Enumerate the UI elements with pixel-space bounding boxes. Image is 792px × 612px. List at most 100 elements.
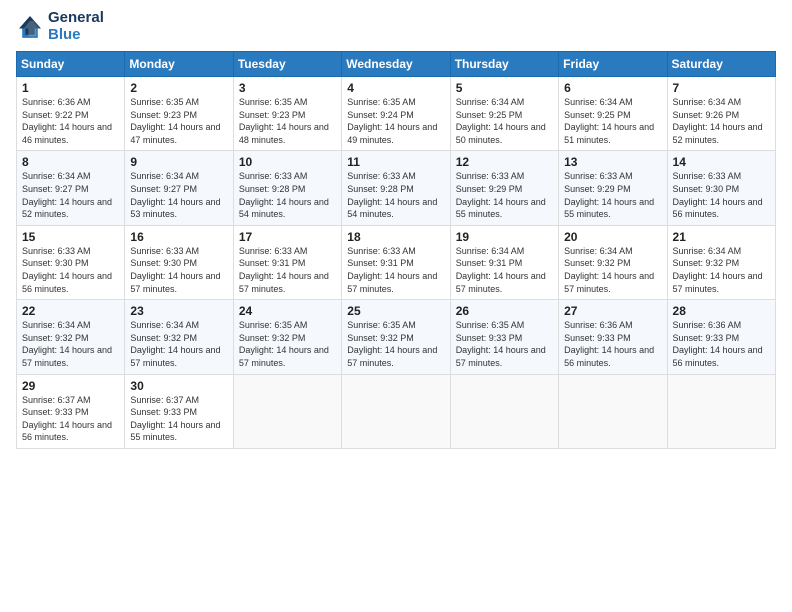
calendar-cell: 30Sunrise: 6:37 AM Sunset: 9:33 PM Dayli… [125,374,233,448]
day-info: Sunrise: 6:33 AM Sunset: 9:28 PM Dayligh… [347,170,444,220]
day-number: 27 [564,304,661,318]
calendar-cell: 6Sunrise: 6:34 AM Sunset: 9:25 PM Daylig… [559,77,667,151]
calendar-cell [450,374,558,448]
day-number: 18 [347,230,444,244]
day-info: Sunrise: 6:33 AM Sunset: 9:30 PM Dayligh… [130,245,227,295]
day-number: 26 [456,304,553,318]
day-number: 14 [673,155,770,169]
logo-line2: Blue [48,27,104,44]
calendar-cell: 17Sunrise: 6:33 AM Sunset: 9:31 PM Dayli… [233,225,341,299]
day-info: Sunrise: 6:34 AM Sunset: 9:32 PM Dayligh… [22,319,119,369]
week-row: 15Sunrise: 6:33 AM Sunset: 9:30 PM Dayli… [17,225,776,299]
calendar-cell: 20Sunrise: 6:34 AM Sunset: 9:32 PM Dayli… [559,225,667,299]
day-info: Sunrise: 6:33 AM Sunset: 9:29 PM Dayligh… [456,170,553,220]
header-row: SundayMondayTuesdayWednesdayThursdayFrid… [17,52,776,77]
calendar-cell: 25Sunrise: 6:35 AM Sunset: 9:32 PM Dayli… [342,300,450,374]
day-info: Sunrise: 6:36 AM Sunset: 9:33 PM Dayligh… [673,319,770,369]
calendar-cell [559,374,667,448]
calendar-cell: 26Sunrise: 6:35 AM Sunset: 9:33 PM Dayli… [450,300,558,374]
day-info: Sunrise: 6:34 AM Sunset: 9:27 PM Dayligh… [130,170,227,220]
day-info: Sunrise: 6:37 AM Sunset: 9:33 PM Dayligh… [130,394,227,444]
calendar-cell: 13Sunrise: 6:33 AM Sunset: 9:29 PM Dayli… [559,151,667,225]
day-info: Sunrise: 6:33 AM Sunset: 9:28 PM Dayligh… [239,170,336,220]
day-number: 12 [456,155,553,169]
header: GeneralBlue [16,10,776,43]
logo-icon [16,13,44,41]
day-number: 22 [22,304,119,318]
day-number: 15 [22,230,119,244]
calendar-cell: 5Sunrise: 6:34 AM Sunset: 9:25 PM Daylig… [450,77,558,151]
logo-line1: General [48,10,104,27]
calendar-cell: 1Sunrise: 6:36 AM Sunset: 9:22 PM Daylig… [17,77,125,151]
day-info: Sunrise: 6:34 AM Sunset: 9:32 PM Dayligh… [564,245,661,295]
column-header-saturday: Saturday [667,52,775,77]
day-info: Sunrise: 6:33 AM Sunset: 9:29 PM Dayligh… [564,170,661,220]
day-number: 25 [347,304,444,318]
day-info: Sunrise: 6:34 AM Sunset: 9:32 PM Dayligh… [673,245,770,295]
calendar-cell: 3Sunrise: 6:35 AM Sunset: 9:23 PM Daylig… [233,77,341,151]
day-number: 7 [673,81,770,95]
day-number: 16 [130,230,227,244]
day-info: Sunrise: 6:34 AM Sunset: 9:25 PM Dayligh… [564,96,661,146]
calendar-cell: 16Sunrise: 6:33 AM Sunset: 9:30 PM Dayli… [125,225,233,299]
calendar-cell: 23Sunrise: 6:34 AM Sunset: 9:32 PM Dayli… [125,300,233,374]
calendar-body: 1Sunrise: 6:36 AM Sunset: 9:22 PM Daylig… [17,77,776,449]
day-info: Sunrise: 6:35 AM Sunset: 9:32 PM Dayligh… [239,319,336,369]
day-info: Sunrise: 6:33 AM Sunset: 9:31 PM Dayligh… [347,245,444,295]
day-number: 10 [239,155,336,169]
day-info: Sunrise: 6:33 AM Sunset: 9:30 PM Dayligh… [22,245,119,295]
day-number: 28 [673,304,770,318]
day-info: Sunrise: 6:35 AM Sunset: 9:33 PM Dayligh… [456,319,553,369]
day-info: Sunrise: 6:35 AM Sunset: 9:32 PM Dayligh… [347,319,444,369]
day-number: 13 [564,155,661,169]
calendar-cell: 19Sunrise: 6:34 AM Sunset: 9:31 PM Dayli… [450,225,558,299]
week-row: 22Sunrise: 6:34 AM Sunset: 9:32 PM Dayli… [17,300,776,374]
day-info: Sunrise: 6:33 AM Sunset: 9:31 PM Dayligh… [239,245,336,295]
day-number: 30 [130,379,227,393]
day-info: Sunrise: 6:34 AM Sunset: 9:26 PM Dayligh… [673,96,770,146]
column-header-sunday: Sunday [17,52,125,77]
calendar-cell: 12Sunrise: 6:33 AM Sunset: 9:29 PM Dayli… [450,151,558,225]
calendar-cell: 10Sunrise: 6:33 AM Sunset: 9:28 PM Dayli… [233,151,341,225]
week-row: 1Sunrise: 6:36 AM Sunset: 9:22 PM Daylig… [17,77,776,151]
day-info: Sunrise: 6:34 AM Sunset: 9:25 PM Dayligh… [456,96,553,146]
calendar-cell: 28Sunrise: 6:36 AM Sunset: 9:33 PM Dayli… [667,300,775,374]
day-info: Sunrise: 6:34 AM Sunset: 9:31 PM Dayligh… [456,245,553,295]
day-number: 11 [347,155,444,169]
day-number: 24 [239,304,336,318]
day-number: 2 [130,81,227,95]
column-header-tuesday: Tuesday [233,52,341,77]
day-number: 23 [130,304,227,318]
day-number: 9 [130,155,227,169]
day-number: 6 [564,81,661,95]
column-header-thursday: Thursday [450,52,558,77]
day-number: 20 [564,230,661,244]
day-number: 8 [22,155,119,169]
day-number: 29 [22,379,119,393]
day-number: 19 [456,230,553,244]
calendar-cell: 15Sunrise: 6:33 AM Sunset: 9:30 PM Dayli… [17,225,125,299]
column-header-friday: Friday [559,52,667,77]
calendar-cell: 4Sunrise: 6:35 AM Sunset: 9:24 PM Daylig… [342,77,450,151]
calendar-cell: 7Sunrise: 6:34 AM Sunset: 9:26 PM Daylig… [667,77,775,151]
logo: GeneralBlue [16,10,104,43]
day-number: 5 [456,81,553,95]
day-info: Sunrise: 6:35 AM Sunset: 9:24 PM Dayligh… [347,96,444,146]
calendar-cell: 22Sunrise: 6:34 AM Sunset: 9:32 PM Dayli… [17,300,125,374]
calendar-header: SundayMondayTuesdayWednesdayThursdayFrid… [17,52,776,77]
column-header-wednesday: Wednesday [342,52,450,77]
calendar-cell: 14Sunrise: 6:33 AM Sunset: 9:30 PM Dayli… [667,151,775,225]
calendar-cell: 29Sunrise: 6:37 AM Sunset: 9:33 PM Dayli… [17,374,125,448]
day-number: 1 [22,81,119,95]
calendar-cell: 11Sunrise: 6:33 AM Sunset: 9:28 PM Dayli… [342,151,450,225]
day-info: Sunrise: 6:33 AM Sunset: 9:30 PM Dayligh… [673,170,770,220]
calendar-cell: 27Sunrise: 6:36 AM Sunset: 9:33 PM Dayli… [559,300,667,374]
calendar-cell [342,374,450,448]
calendar-table: SundayMondayTuesdayWednesdayThursdayFrid… [16,51,776,449]
day-number: 17 [239,230,336,244]
week-row: 29 Sunrise: 6:37 AM Sunset: 9:33 PM Dayli… [17,374,776,448]
day-number: 4 [347,81,444,95]
day-info: Sunrise: 6:36 AM Sunset: 9:33 PM Dayligh… [564,319,661,369]
day-info: Sunrise: 6:34 AM Sunset: 9:32 PM Dayligh… [130,319,227,369]
calendar-cell: 8Sunrise: 6:34 AM Sunset: 9:27 PM Daylig… [17,151,125,225]
